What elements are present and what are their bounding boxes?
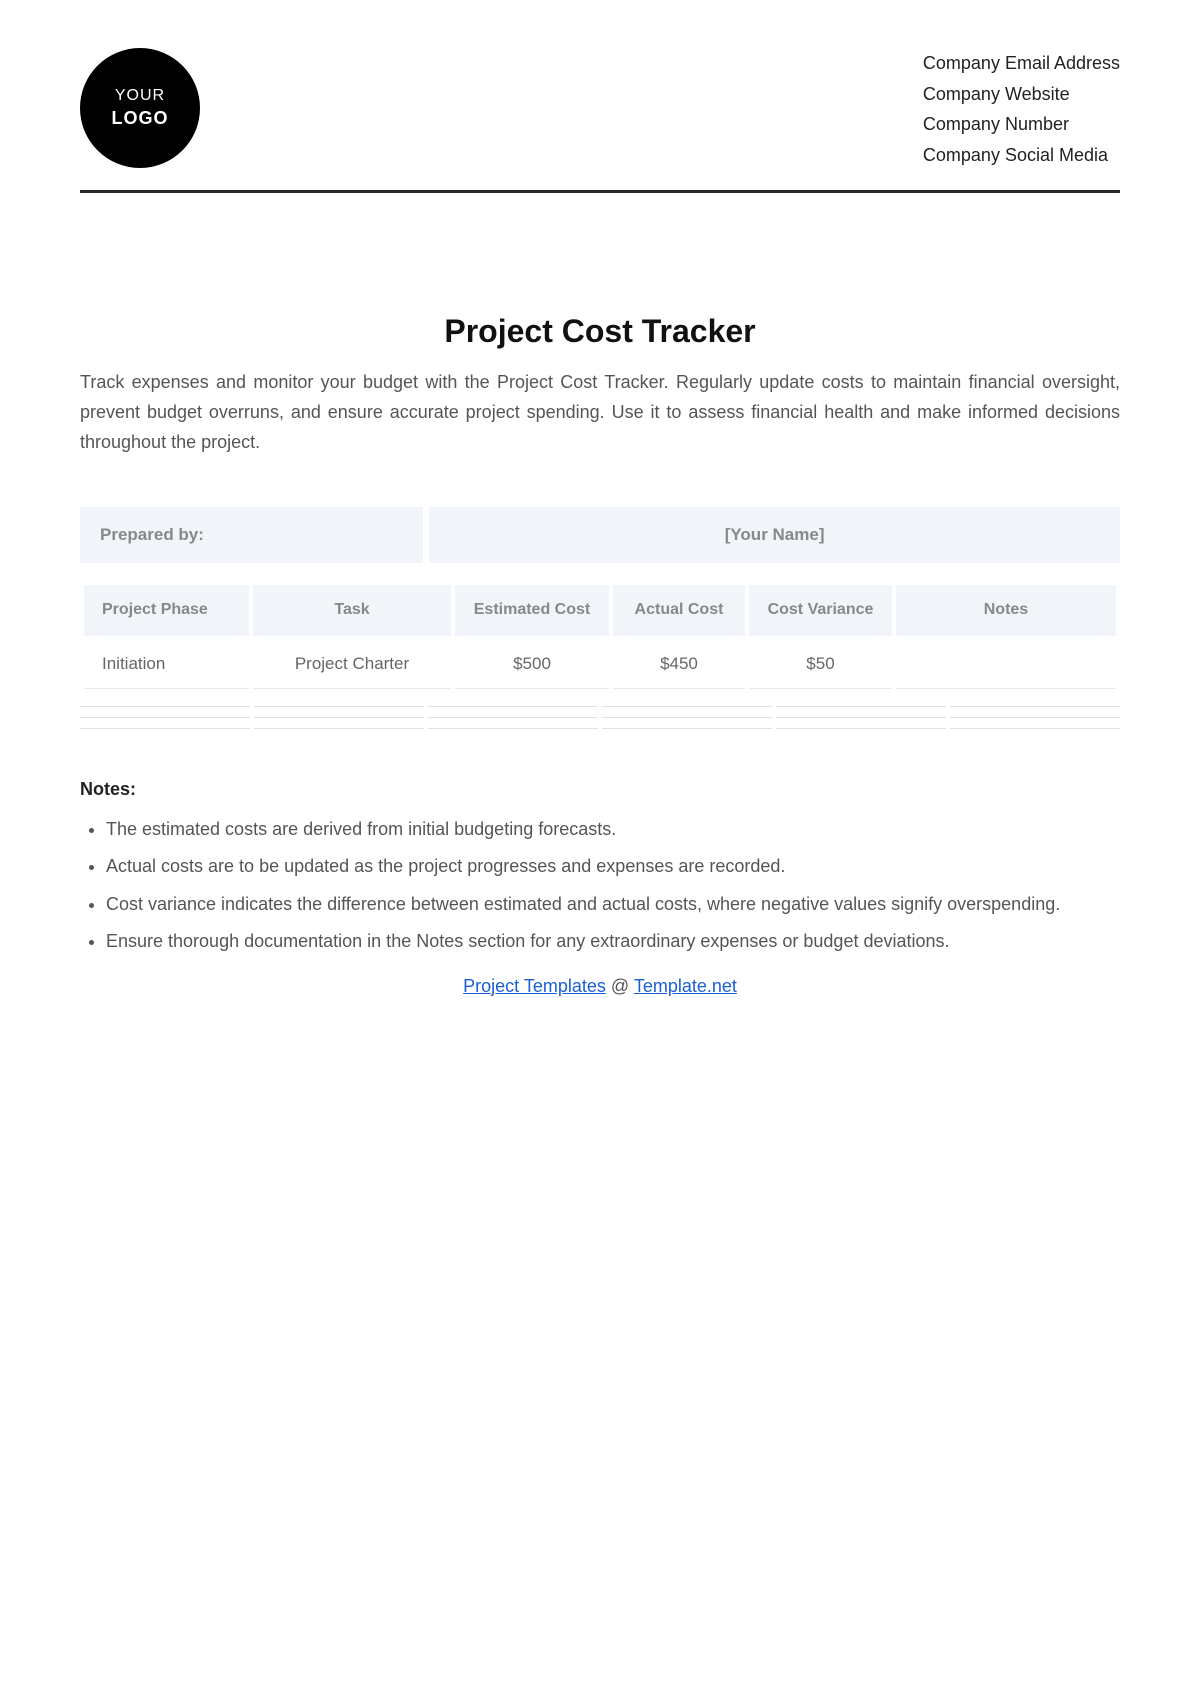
note-item: Ensure thorough documentation in the Not…: [106, 926, 1120, 958]
link-project-templates[interactable]: Project Templates: [463, 976, 606, 996]
empty-table-rows: [80, 699, 1120, 729]
description-text: Track expenses and monitor your budget w…: [80, 368, 1120, 457]
company-website: Company Website: [923, 79, 1120, 110]
cell-phase: Initiation: [84, 640, 249, 689]
cell-variance: $50: [749, 640, 892, 689]
logo-line1: YOUR: [115, 86, 165, 107]
header-divider: [80, 190, 1120, 193]
table-header-row: Project Phase Task Estimated Cost Actual…: [84, 585, 1116, 635]
logo-line2: LOGO: [112, 107, 169, 130]
company-email: Company Email Address: [923, 48, 1120, 79]
cell-estimated: $500: [455, 640, 609, 689]
link-template-net[interactable]: Template.net: [634, 976, 737, 996]
prepared-by-label: Prepared by:: [80, 507, 423, 563]
empty-row: [80, 710, 1120, 718]
document-header: YOUR LOGO Company Email Address Company …: [80, 48, 1120, 170]
header-task: Task: [253, 585, 451, 635]
footer-links: Project Templates @ Template.net: [80, 976, 1120, 997]
company-number: Company Number: [923, 109, 1120, 140]
prepared-by-value: [Your Name]: [429, 507, 1120, 563]
notes-list: The estimated costs are derived from ini…: [80, 814, 1120, 958]
cell-notes: [896, 640, 1116, 689]
page-title: Project Cost Tracker: [80, 313, 1120, 350]
header-phase: Project Phase: [84, 585, 249, 635]
header-variance: Cost Variance: [749, 585, 892, 635]
header-estimated: Estimated Cost: [455, 585, 609, 635]
company-info: Company Email Address Company Website Co…: [923, 48, 1120, 170]
logo-placeholder: YOUR LOGO: [80, 48, 200, 168]
company-social: Company Social Media: [923, 140, 1120, 171]
notes-heading: Notes:: [80, 779, 1120, 800]
header-notes: Notes: [896, 585, 1116, 635]
footer-separator: @: [606, 976, 634, 996]
note-item: Actual costs are to be updated as the pr…: [106, 851, 1120, 883]
empty-row: [80, 721, 1120, 729]
table-row: Initiation Project Charter $500 $450 $50: [84, 640, 1116, 689]
header-actual: Actual Cost: [613, 585, 745, 635]
empty-row: [80, 699, 1120, 707]
cost-table: Project Phase Task Estimated Cost Actual…: [80, 581, 1120, 692]
cell-task: Project Charter: [253, 640, 451, 689]
cell-actual: $450: [613, 640, 745, 689]
prepared-by-row: Prepared by: [Your Name]: [80, 507, 1120, 563]
note-item: Cost variance indicates the difference b…: [106, 889, 1120, 921]
note-item: The estimated costs are derived from ini…: [106, 814, 1120, 846]
